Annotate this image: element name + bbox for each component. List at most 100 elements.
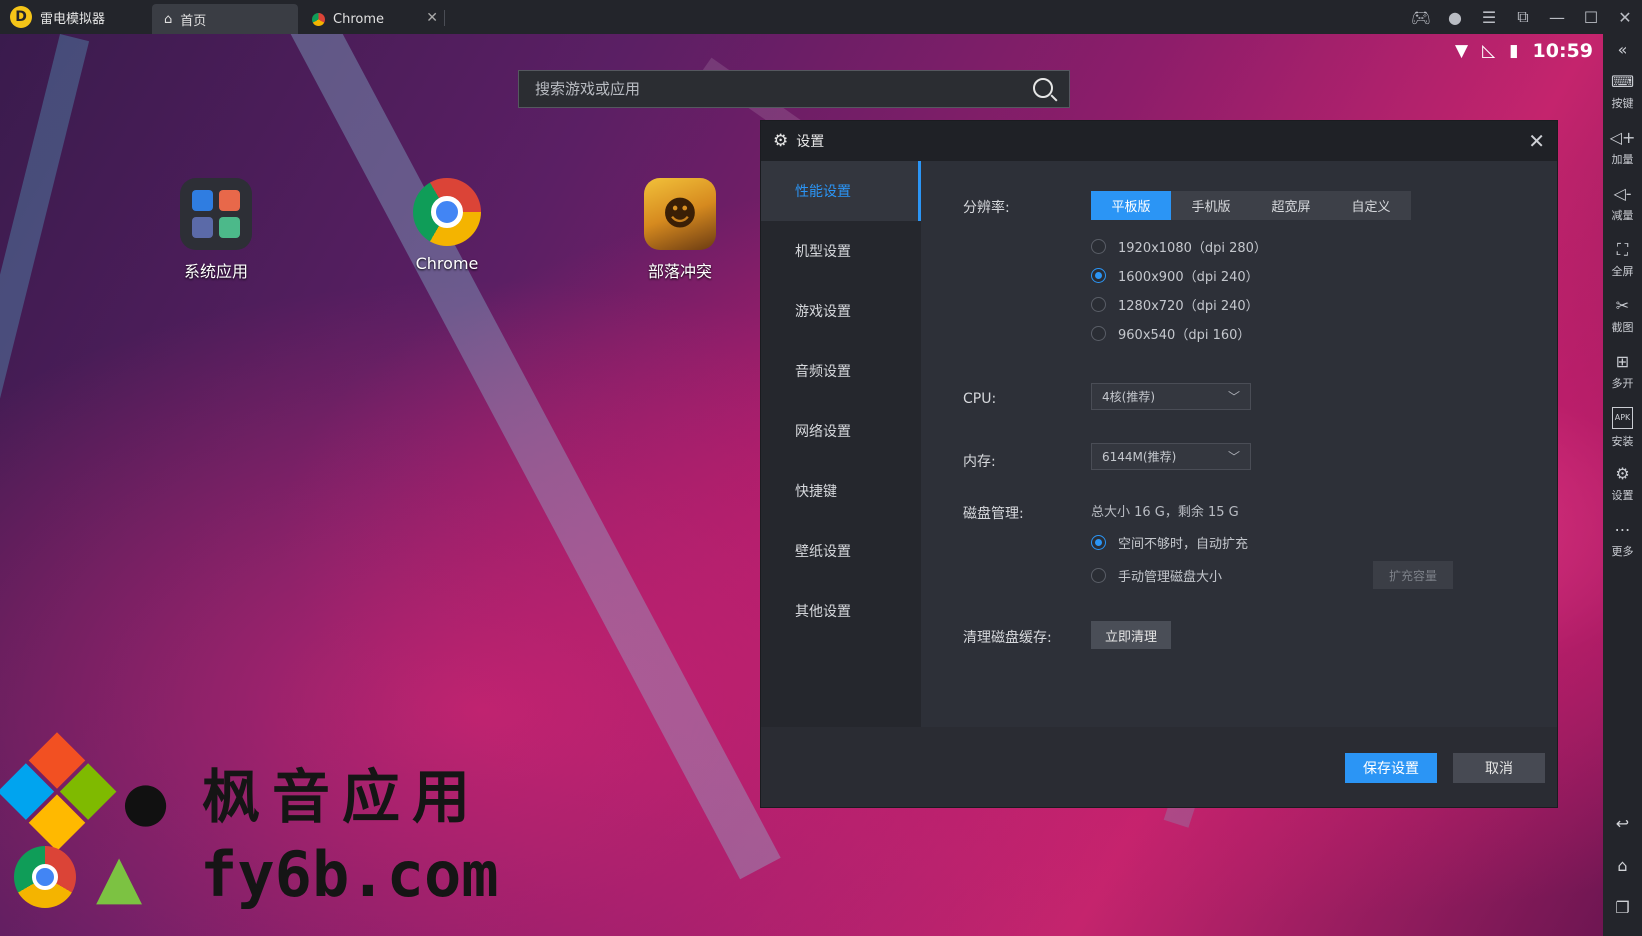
title-bar: D 雷电模拟器 ⌂ 首页 Chrome ✕ 🎮︎ ● ☰ ⧉ — ☐ ✕ bbox=[0, 0, 1642, 34]
tab-chrome[interactable]: Chrome ✕ bbox=[300, 4, 446, 34]
cancel-button[interactable]: 取消 bbox=[1453, 753, 1545, 783]
desktop-app-system[interactable]: 系统应用 bbox=[156, 178, 276, 282]
gear-icon: ⚙ bbox=[1615, 464, 1630, 483]
sidebar-item-volume-down[interactable]: ◁- 减量 bbox=[1603, 176, 1642, 232]
wallpaper-beam bbox=[0, 34, 90, 721]
volume-down-icon: ◁- bbox=[1613, 184, 1632, 203]
app-logo: D 雷电模拟器 bbox=[0, 0, 152, 34]
cache-label: 清理磁盘缓存: bbox=[963, 630, 1052, 646]
watermark: ● 枫音应用 ▲ fy6b.com bbox=[0, 732, 499, 920]
radio-button-selected[interactable] bbox=[1091, 268, 1106, 283]
expand-capacity-button[interactable]: 扩充容量 bbox=[1373, 561, 1453, 589]
scissors-icon: ✂ bbox=[1615, 296, 1630, 315]
windows-logo-icon bbox=[0, 732, 118, 854]
settings-dialog: ⚙ 设置 ✕ 性能设置 机型设置 游戏设置 音频设置 网络设置 快捷键 壁纸设置… bbox=[760, 120, 1558, 808]
pip-icon[interactable]: ⧉ bbox=[1506, 0, 1540, 34]
radio-button[interactable] bbox=[1091, 297, 1106, 312]
radio-button[interactable] bbox=[1091, 326, 1106, 341]
gamepad-icon[interactable]: 🎮︎ bbox=[1404, 0, 1438, 34]
sidebar-item-more[interactable]: ⋯ 更多 bbox=[1603, 512, 1642, 568]
tab-close-icon[interactable]: ✕ bbox=[426, 10, 438, 26]
watermark-text: 枫音应用 bbox=[202, 763, 483, 831]
menu-icon[interactable]: ☰ bbox=[1472, 0, 1506, 34]
cpu-label: CPU: bbox=[963, 391, 997, 407]
sidebar-item-multi-instance[interactable]: ⊞ 多开 bbox=[1603, 344, 1642, 400]
volume-up-icon: ◁+ bbox=[1609, 128, 1636, 147]
window-controls: 🎮︎ ● ☰ ⧉ — ☐ ✕ bbox=[1404, 0, 1642, 34]
close-icon[interactable]: ✕ bbox=[1608, 0, 1642, 34]
resolution-mode-tablet[interactable]: 平板版 bbox=[1091, 191, 1171, 220]
resolution-option-1280[interactable]: 1280x720（dpi 240） bbox=[1091, 295, 1259, 314]
disk-label: 磁盘管理: bbox=[963, 506, 1024, 522]
emulator-sidebar: « ⌨ 按键 ◁+ 加量 ◁- 减量 ⛶ 全屏 ✂ 截图 ⊞ 多开 APK 安装… bbox=[1603, 34, 1642, 936]
settings-nav-shortcuts[interactable]: 快捷键 bbox=[761, 461, 921, 521]
sidebar-item-screenshot[interactable]: ✂ 截图 bbox=[1603, 288, 1642, 344]
settings-nav-network[interactable]: 网络设置 bbox=[761, 401, 921, 461]
app-label: 系统应用 bbox=[183, 262, 248, 281]
user-icon[interactable]: ● bbox=[1438, 0, 1472, 34]
keyboard-icon: ⌨ bbox=[1610, 72, 1635, 91]
desktop-app-chrome[interactable]: Chrome bbox=[387, 178, 507, 273]
app-name: 雷电模拟器 bbox=[40, 11, 106, 27]
android-logo-icon: ▲ bbox=[96, 842, 143, 912]
collapse-sidebar-icon[interactable]: « bbox=[1603, 34, 1642, 64]
resolution-mode-phone[interactable]: 手机版 bbox=[1171, 191, 1251, 220]
settings-nav-audio[interactable]: 音频设置 bbox=[761, 341, 921, 401]
tab-chrome-label: Chrome bbox=[333, 11, 384, 27]
resolution-mode-selector: 平板版 手机版 超宽屏 自定义 bbox=[1091, 191, 1411, 220]
chrome-icon bbox=[413, 178, 481, 246]
no-signal-icon: ◺ bbox=[1482, 41, 1496, 61]
sidebar-item-settings[interactable]: ⚙ 设置 bbox=[1603, 456, 1642, 512]
sidebar-item-volume-up[interactable]: ◁+ 加量 bbox=[1603, 120, 1642, 176]
resolution-option-960[interactable]: 960x540（dpi 160） bbox=[1091, 324, 1250, 343]
save-settings-button[interactable]: 保存设置 bbox=[1345, 753, 1437, 783]
settings-nav: 性能设置 机型设置 游戏设置 音频设置 网络设置 快捷键 壁纸设置 其他设置 bbox=[761, 161, 921, 727]
resolution-mode-ultrawide[interactable]: 超宽屏 bbox=[1251, 191, 1331, 220]
dialog-title: 设置 bbox=[796, 134, 825, 150]
more-icon: ⋯ bbox=[1614, 520, 1631, 539]
clean-cache-button[interactable]: 立即清理 bbox=[1091, 621, 1171, 649]
chevron-down-icon: ﹀ bbox=[1227, 390, 1240, 404]
fullscreen-icon: ⛶ bbox=[1616, 240, 1629, 259]
app-label: 部落冲突 bbox=[647, 262, 712, 281]
wifi-icon: ▼ bbox=[1455, 41, 1469, 61]
home-nav-icon[interactable]: ⌂ bbox=[1603, 844, 1642, 886]
app-search-bar[interactable] bbox=[518, 70, 1070, 108]
disk-option-manual[interactable]: 手动管理磁盘大小 bbox=[1091, 566, 1222, 585]
search-input[interactable] bbox=[535, 80, 1005, 98]
resolution-option-1920[interactable]: 1920x1080（dpi 280） bbox=[1091, 237, 1267, 256]
battery-charging-icon: ▮ bbox=[1509, 41, 1519, 61]
cpu-select[interactable]: 4核(推荐) ﹀ bbox=[1091, 383, 1251, 410]
desktop-app-clash-of-clans[interactable]: ☻ 部落冲突 bbox=[620, 178, 740, 282]
maximize-icon[interactable]: ☐ bbox=[1574, 0, 1608, 34]
performance-settings-panel: 分辨率: 平板版 手机版 超宽屏 自定义 1920x1080（dpi 280） … bbox=[921, 161, 1557, 727]
home-icon: ⌂ bbox=[164, 11, 173, 27]
chrome-logo-icon bbox=[14, 846, 76, 908]
back-icon[interactable]: ↩ bbox=[1603, 802, 1642, 844]
tab-home-label: 首页 bbox=[180, 13, 207, 29]
search-icon[interactable] bbox=[1033, 78, 1053, 98]
disk-option-auto-expand[interactable]: 空间不够时，自动扩充 bbox=[1091, 533, 1248, 552]
radio-button-selected[interactable] bbox=[1091, 535, 1106, 550]
multi-instance-icon: ⊞ bbox=[1615, 352, 1630, 371]
sidebar-item-install-apk[interactable]: APK 安装 bbox=[1603, 400, 1642, 456]
apple-logo-icon: ● bbox=[122, 770, 170, 833]
sidebar-item-keymap[interactable]: ⌨ 按键 bbox=[1603, 64, 1642, 120]
settings-nav-device-model[interactable]: 机型设置 bbox=[761, 221, 921, 281]
resolution-option-1600[interactable]: 1600x900（dpi 240） bbox=[1091, 266, 1259, 285]
settings-nav-wallpaper[interactable]: 壁纸设置 bbox=[761, 521, 921, 581]
dialog-close-icon[interactable]: ✕ bbox=[1528, 129, 1545, 153]
settings-nav-game[interactable]: 游戏设置 bbox=[761, 281, 921, 341]
chrome-icon bbox=[312, 12, 325, 26]
radio-button[interactable] bbox=[1091, 568, 1106, 583]
minimize-icon[interactable]: — bbox=[1540, 0, 1574, 34]
sidebar-item-fullscreen[interactable]: ⛶ 全屏 bbox=[1603, 232, 1642, 288]
recent-apps-icon[interactable]: ❐ bbox=[1603, 886, 1642, 928]
radio-button[interactable] bbox=[1091, 239, 1106, 254]
resolution-mode-custom[interactable]: 自定义 bbox=[1331, 191, 1411, 220]
tab-home[interactable]: ⌂ 首页 bbox=[152, 4, 298, 34]
settings-nav-performance[interactable]: 性能设置 bbox=[761, 161, 921, 221]
app-label: Chrome bbox=[415, 254, 479, 273]
memory-select[interactable]: 6144M(推荐) ﹀ bbox=[1091, 443, 1251, 470]
settings-nav-other[interactable]: 其他设置 bbox=[761, 581, 921, 641]
